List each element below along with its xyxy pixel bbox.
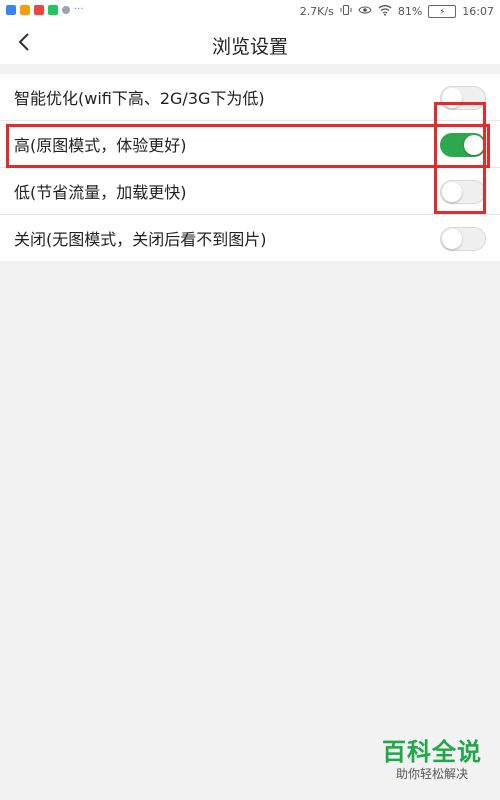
page-title: 浏览设置 bbox=[211, 36, 288, 58]
setting-row-low-quality[interactable]: 低(节省流量，加载更快) bbox=[0, 168, 500, 215]
watermark: 百科全说 助你轻松解决 bbox=[376, 738, 488, 790]
title-bar: 浏览设置 bbox=[0, 22, 500, 64]
setting-label: 关闭(无图模式，关闭后看不到图片) bbox=[14, 230, 267, 249]
status-bar: ··· 2.7K/s 81% ⚡ 16:07 bbox=[0, 0, 500, 22]
watermark-brand: 百科全说 bbox=[382, 738, 482, 766]
setting-row-images-off[interactable]: 关闭(无图模式，关闭后看不到图片) bbox=[0, 215, 500, 261]
wifi-icon bbox=[378, 4, 392, 19]
battery-percent: 81% bbox=[397, 5, 423, 18]
clock: 16:07 bbox=[462, 5, 494, 18]
app-icon-5 bbox=[62, 6, 70, 14]
highlight-box-row bbox=[6, 124, 490, 168]
more-notifications-icon: ··· bbox=[74, 4, 84, 15]
setting-label: 低(节省流量，加载更快) bbox=[14, 183, 187, 202]
app-icon-2 bbox=[20, 5, 30, 15]
highlight-box-toggles bbox=[434, 102, 486, 214]
battery-icon: ⚡ bbox=[428, 5, 457, 18]
notification-icons: ··· bbox=[6, 5, 84, 15]
eye-icon bbox=[358, 4, 372, 19]
app-icon-3 bbox=[34, 5, 44, 15]
setting-label: 智能优化(wifi下高、2G/3G下为低) bbox=[14, 89, 265, 108]
images-off-toggle[interactable] bbox=[440, 227, 486, 251]
vibrate-icon bbox=[340, 4, 352, 19]
network-speed: 2.7K/s bbox=[299, 5, 334, 18]
status-right: 2.7K/s 81% ⚡ 16:07 bbox=[300, 4, 494, 19]
app-icon-1 bbox=[6, 5, 16, 15]
toggle-knob bbox=[442, 229, 462, 249]
app-icon-4 bbox=[48, 5, 58, 15]
watermark-subtitle: 助你轻松解决 bbox=[395, 767, 468, 781]
setting-row-smart-optimize[interactable]: 智能优化(wifi下高、2G/3G下为低) bbox=[0, 74, 500, 121]
